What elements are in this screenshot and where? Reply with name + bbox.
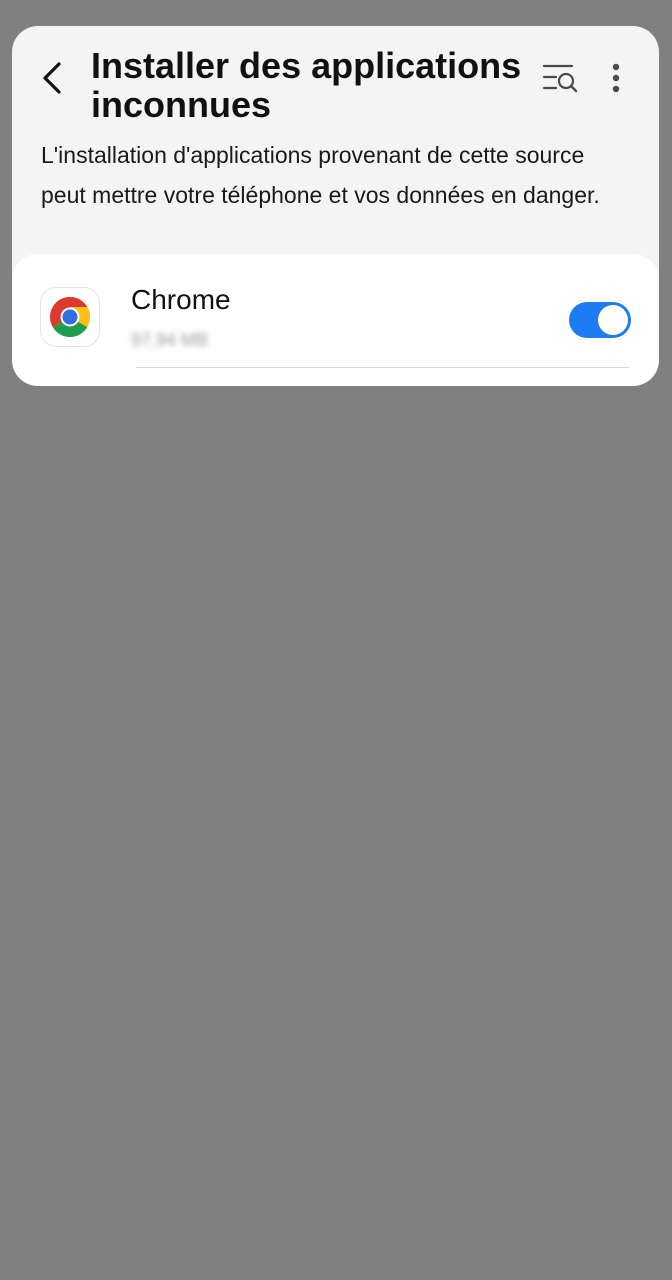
- app-list-item[interactable]: Chrome 97,94 MB: [12, 254, 659, 366]
- settings-card: Installer des applications inconnues L'i…: [12, 26, 659, 386]
- search-button[interactable]: [540, 60, 580, 96]
- allow-install-toggle[interactable]: [569, 302, 631, 338]
- more-vertical-icon: [612, 63, 620, 93]
- toggle-knob: [598, 305, 628, 335]
- app-icon-container: [40, 287, 100, 347]
- more-options-button[interactable]: [604, 60, 628, 96]
- search-list-icon: [542, 64, 578, 93]
- app-size: 97,94 MB: [131, 330, 209, 350]
- chrome-icon: [50, 297, 90, 337]
- back-arrow-icon: [43, 62, 61, 94]
- back-button[interactable]: [34, 58, 70, 98]
- header: Installer des applications inconnues: [12, 26, 659, 136]
- app-name: Chrome: [131, 284, 231, 315]
- warning-description: L'installation d'applications provenant …: [41, 142, 600, 208]
- divider: [136, 367, 629, 368]
- page-title: Installer des applications inconnues: [91, 45, 522, 125]
- app-list: Chrome 97,94 MB: [12, 254, 659, 386]
